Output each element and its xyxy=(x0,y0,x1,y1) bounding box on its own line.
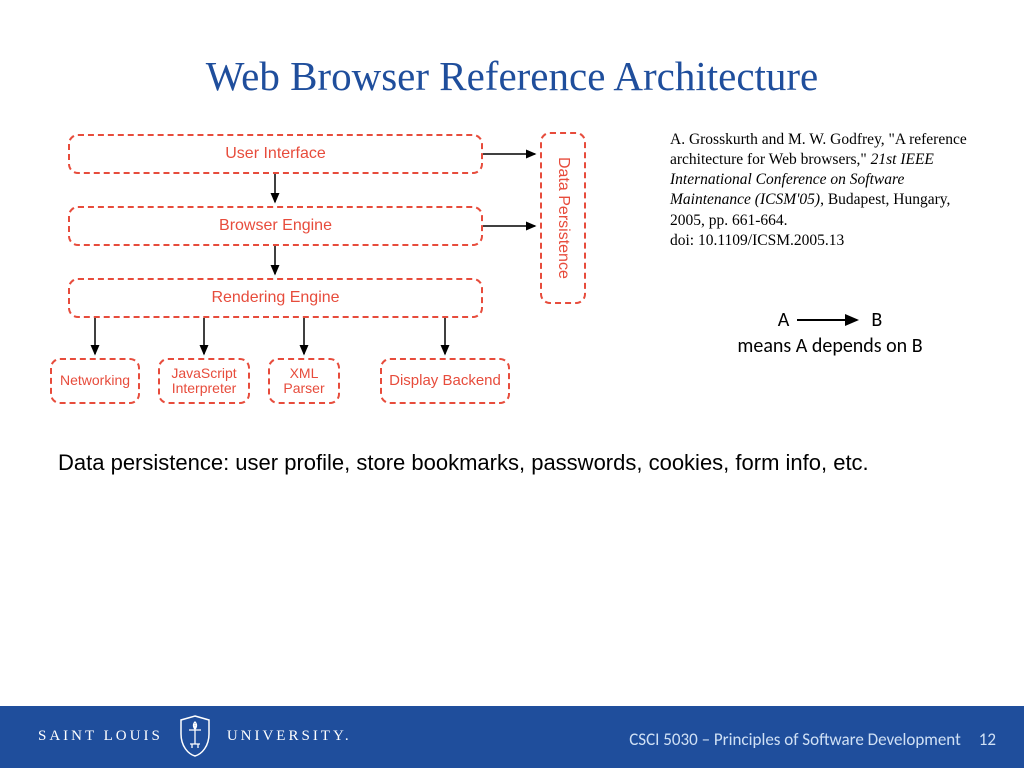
logo-text-right: UNIVERSITY. xyxy=(227,728,352,745)
footer-course-block: CSCI 5030 – Principles of Software Devel… xyxy=(629,729,996,750)
citation-block: A. Grosskurth and M. W. Godfrey, "A refe… xyxy=(670,130,970,251)
citation-doi: doi: 10.1109/ICSM.2005.13 xyxy=(670,232,844,249)
footer: SAINT LOUIS UNIVERSITY. CSCI 5030 – Prin… xyxy=(0,710,1024,768)
legend-b: B xyxy=(871,308,882,332)
legend-arrow-icon xyxy=(795,313,865,327)
footer-page-number: 12 xyxy=(979,729,996,750)
logo-text-left: SAINT LOUIS xyxy=(38,728,163,745)
legend: A B means A depends on B xyxy=(710,308,950,358)
university-logo: SAINT LOUIS UNIVERSITY. xyxy=(38,714,352,758)
diagram-arrows xyxy=(50,126,610,426)
shield-icon xyxy=(177,714,213,758)
legend-a: A xyxy=(778,308,790,332)
slide-title: Web Browser Reference Architecture xyxy=(0,52,1024,100)
data-persistence-note: Data persistence: user profile, store bo… xyxy=(58,448,938,478)
footer-course-text: CSCI 5030 – Principles of Software Devel… xyxy=(629,729,961,750)
legend-text: means A depends on B xyxy=(710,334,950,358)
architecture-diagram: User Interface Browser Engine Rendering … xyxy=(50,126,610,426)
